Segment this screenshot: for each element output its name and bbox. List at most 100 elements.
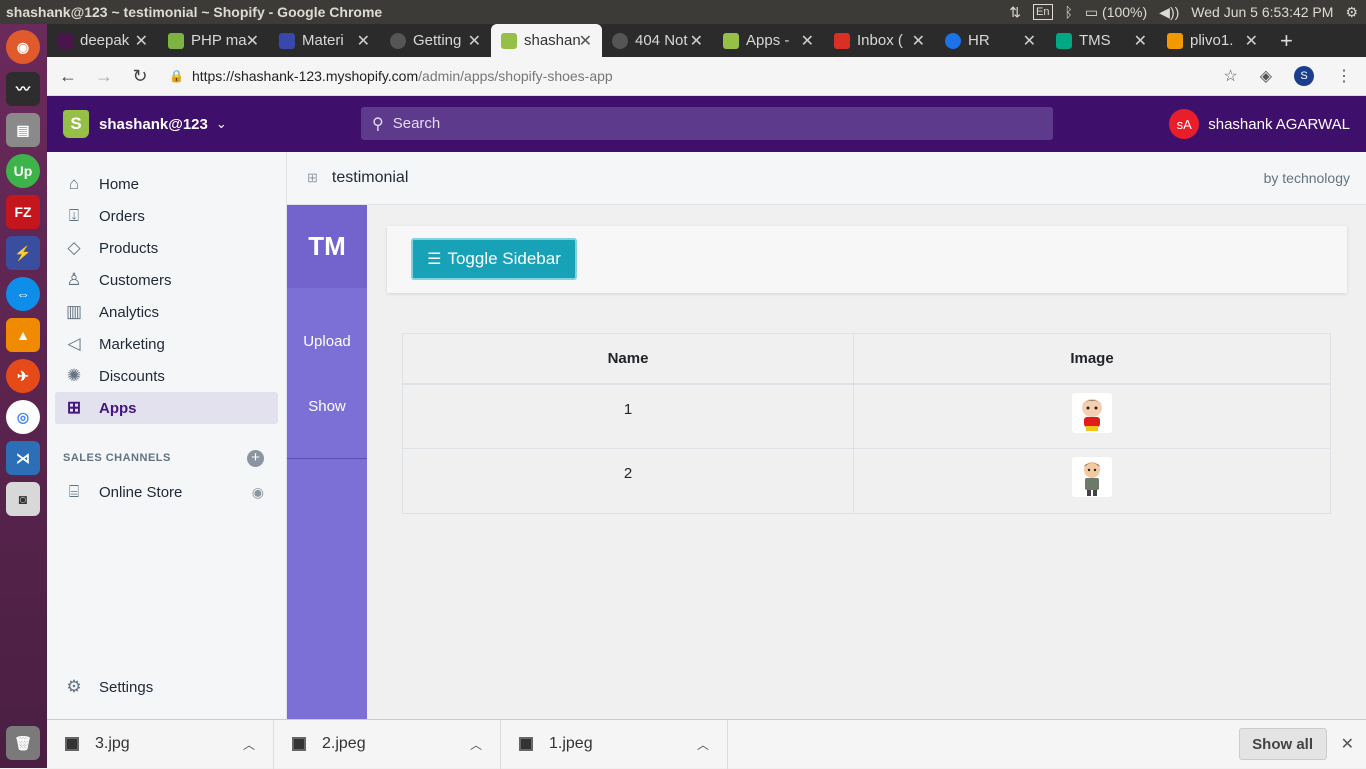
table-header-row: Name Image — [402, 333, 1331, 385]
sidebar-item-settings[interactable]: ⚙ Settings — [55, 671, 278, 703]
upwork-icon[interactable]: Up — [6, 154, 40, 188]
app-sidebar: TM Upload Show — [287, 205, 367, 719]
sidebar-item-marketing[interactable]: ◁ Marketing — [55, 328, 278, 360]
search-input[interactable]: ⚲ Search — [361, 107, 1053, 140]
bluetooth-icon[interactable]: ᛒ — [1065, 4, 1073, 20]
column-header-name: Name — [402, 333, 854, 385]
system-monitor-icon[interactable]: 〰 — [6, 72, 40, 106]
user-menu[interactable]: sA shashank AGARWAL — [1169, 109, 1366, 139]
sidebar-item-apps[interactable]: ⊞ Apps — [55, 392, 278, 424]
forward-arrow-icon[interactable]: → — [89, 66, 119, 87]
back-arrow-icon[interactable]: ← — [53, 66, 83, 87]
battery-indicator[interactable]: ▭ (100%) — [1085, 4, 1147, 21]
ubuntu-dash-icon[interactable]: ◉ — [6, 30, 40, 64]
reload-icon[interactable]: ↻ — [125, 66, 155, 87]
browser-tab[interactable]: plivo1. ✕ — [1157, 24, 1268, 57]
cell-image — [853, 383, 1331, 449]
chevron-down-icon[interactable]: ⌄ — [216, 116, 227, 132]
browser-tab[interactable]: TMS ✕ — [1046, 24, 1157, 57]
close-tab-icon[interactable]: ✕ — [246, 31, 259, 51]
app-link-upload[interactable]: Upload — [287, 333, 367, 350]
menu-kebab-icon[interactable]: ⋮ — [1336, 66, 1352, 86]
browser-tab[interactable]: Getting ✕ — [380, 24, 491, 57]
teamviewer-icon[interactable]: ⇔ — [6, 277, 40, 311]
file-manager-icon[interactable]: ▤ — [6, 113, 40, 147]
close-icon[interactable]: ✕ — [1341, 734, 1354, 754]
settings-gear-icon[interactable]: ⚙ — [1345, 4, 1358, 21]
close-tab-icon[interactable]: ✕ — [912, 31, 925, 51]
extension-icon[interactable]: ◈ — [1260, 66, 1272, 86]
show-all-button[interactable]: Show all — [1238, 728, 1327, 760]
chevron-up-icon[interactable]: ︿ — [697, 736, 709, 753]
bookmark-star-icon[interactable]: ☆ — [1223, 66, 1237, 86]
system-indicators: ⇅ En ᛒ ▭ (100%) ◀)) Wed Jun 5 6:53:42 PM… — [1009, 4, 1366, 21]
analytics-icon: ▥ — [65, 302, 83, 321]
clock[interactable]: Wed Jun 5 6:53:42 PM — [1191, 4, 1333, 20]
table-row: 2 — [402, 448, 1331, 514]
chrome-icon[interactable]: ◎ — [6, 400, 40, 434]
download-item[interactable]: 2.jpeg ︿ — [274, 719, 501, 769]
vscode-icon[interactable]: ⋊ — [6, 441, 40, 475]
close-tab-icon[interactable]: ✕ — [690, 31, 703, 51]
sidebar-item-discounts[interactable]: ✺ Discounts — [55, 360, 278, 392]
close-tab-icon[interactable]: ✕ — [357, 31, 370, 51]
browser-tab[interactable]: Inbox (✕ — [824, 24, 935, 57]
tab-favicon — [168, 32, 184, 49]
browser-tab[interactable]: Apps - ✕ — [713, 24, 824, 57]
download-item[interactable]: 3.jpg ︿ — [47, 719, 274, 769]
close-tab-icon[interactable]: ✕ — [801, 31, 814, 51]
vlc-icon[interactable]: ▲ — [6, 318, 40, 352]
volume-icon[interactable]: ◀)) — [1159, 4, 1179, 21]
customer-icon: ♙ — [66, 270, 82, 289]
store-name[interactable]: shashank@123 — [99, 116, 208, 133]
trash-icon[interactable]: 🗑 — [6, 726, 40, 760]
sidebar-item-analytics[interactable]: ▥ Analytics — [55, 296, 278, 328]
network-tool-icon[interactable]: ⚡ — [6, 236, 40, 270]
postman-icon[interactable]: ✈ — [6, 359, 40, 393]
browser-tab[interactable]: HR ✕ — [935, 24, 1046, 57]
toggle-sidebar-button[interactable]: ☰ Toggle Sidebar — [411, 238, 577, 280]
discount-icon: ✺ — [66, 366, 82, 385]
new-tab-button[interactable]: + — [1268, 24, 1293, 57]
chevron-up-icon[interactable]: ︿ — [243, 736, 255, 753]
close-tab-icon[interactable]: ✕ — [468, 31, 481, 51]
app-main: ☰ Toggle Sidebar Name Image 1 2 — [367, 205, 1366, 719]
tab-favicon — [834, 32, 850, 49]
tab-favicon — [390, 32, 406, 49]
browser-tab-active[interactable]: shashank✕ — [491, 24, 602, 57]
tab-favicon — [612, 32, 628, 49]
cartoon-kid-thumbnail — [1072, 392, 1112, 433]
address-bar[interactable]: 🔒 https://shashank-123.myshopify.com/adm… — [169, 68, 1223, 84]
shopify-bag-icon[interactable]: S — [63, 110, 89, 138]
close-tab-icon[interactable]: ✕ — [135, 31, 148, 51]
browser-tab[interactable]: Materi ✕ — [269, 24, 380, 57]
sidebar-item-online-store[interactable]: ⌸ Online Store ◉ — [55, 476, 278, 508]
browser-tab[interactable]: PHP mail✕ — [158, 24, 269, 57]
user-name: shashank AGARWAL — [1208, 115, 1350, 133]
sidebar-item-products[interactable]: ◇ Products — [55, 232, 278, 264]
profile-avatar[interactable]: S — [1294, 66, 1314, 86]
eye-icon[interactable]: ◉ — [252, 484, 264, 501]
sidebar-item-customers[interactable]: ♙ Customers — [55, 264, 278, 296]
keyboard-layout[interactable]: En — [1033, 4, 1053, 20]
shopify-header: S shashank@123 ⌄ ⚲ Search sA shashank AG… — [47, 96, 1366, 152]
close-tab-icon[interactable]: ✕ — [1023, 31, 1036, 51]
cell-image — [853, 448, 1331, 514]
close-tab-icon[interactable]: ✕ — [579, 31, 592, 51]
download-item[interactable]: 1.jpeg ︿ — [501, 719, 728, 769]
filezilla-icon[interactable]: FZ — [6, 195, 40, 229]
sidebar-item-home[interactable]: ⌂ Home — [55, 168, 278, 200]
app-brand: TM — [287, 205, 367, 288]
browser-tab[interactable]: 404 Not ✕ — [602, 24, 713, 57]
add-sales-channel-icon[interactable]: + — [247, 450, 264, 467]
network-icon[interactable]: ⇅ — [1009, 4, 1021, 21]
sidebar-item-orders[interactable]: ⍗ Orders — [55, 200, 278, 232]
app-link-show[interactable]: Show — [287, 398, 367, 415]
close-tab-icon[interactable]: ✕ — [1134, 31, 1147, 51]
screenshot-icon[interactable]: ◙ — [6, 482, 40, 516]
chevron-up-icon[interactable]: ︿ — [470, 736, 482, 753]
browser-tab-strip: deepak✕ PHP mail✕ Materi✕ Getting✕ shash… — [47, 24, 1366, 57]
browser-tab[interactable]: deepak ✕ — [47, 24, 158, 57]
toggle-card: ☰ Toggle Sidebar — [387, 226, 1347, 293]
close-tab-icon[interactable]: ✕ — [1245, 31, 1258, 51]
